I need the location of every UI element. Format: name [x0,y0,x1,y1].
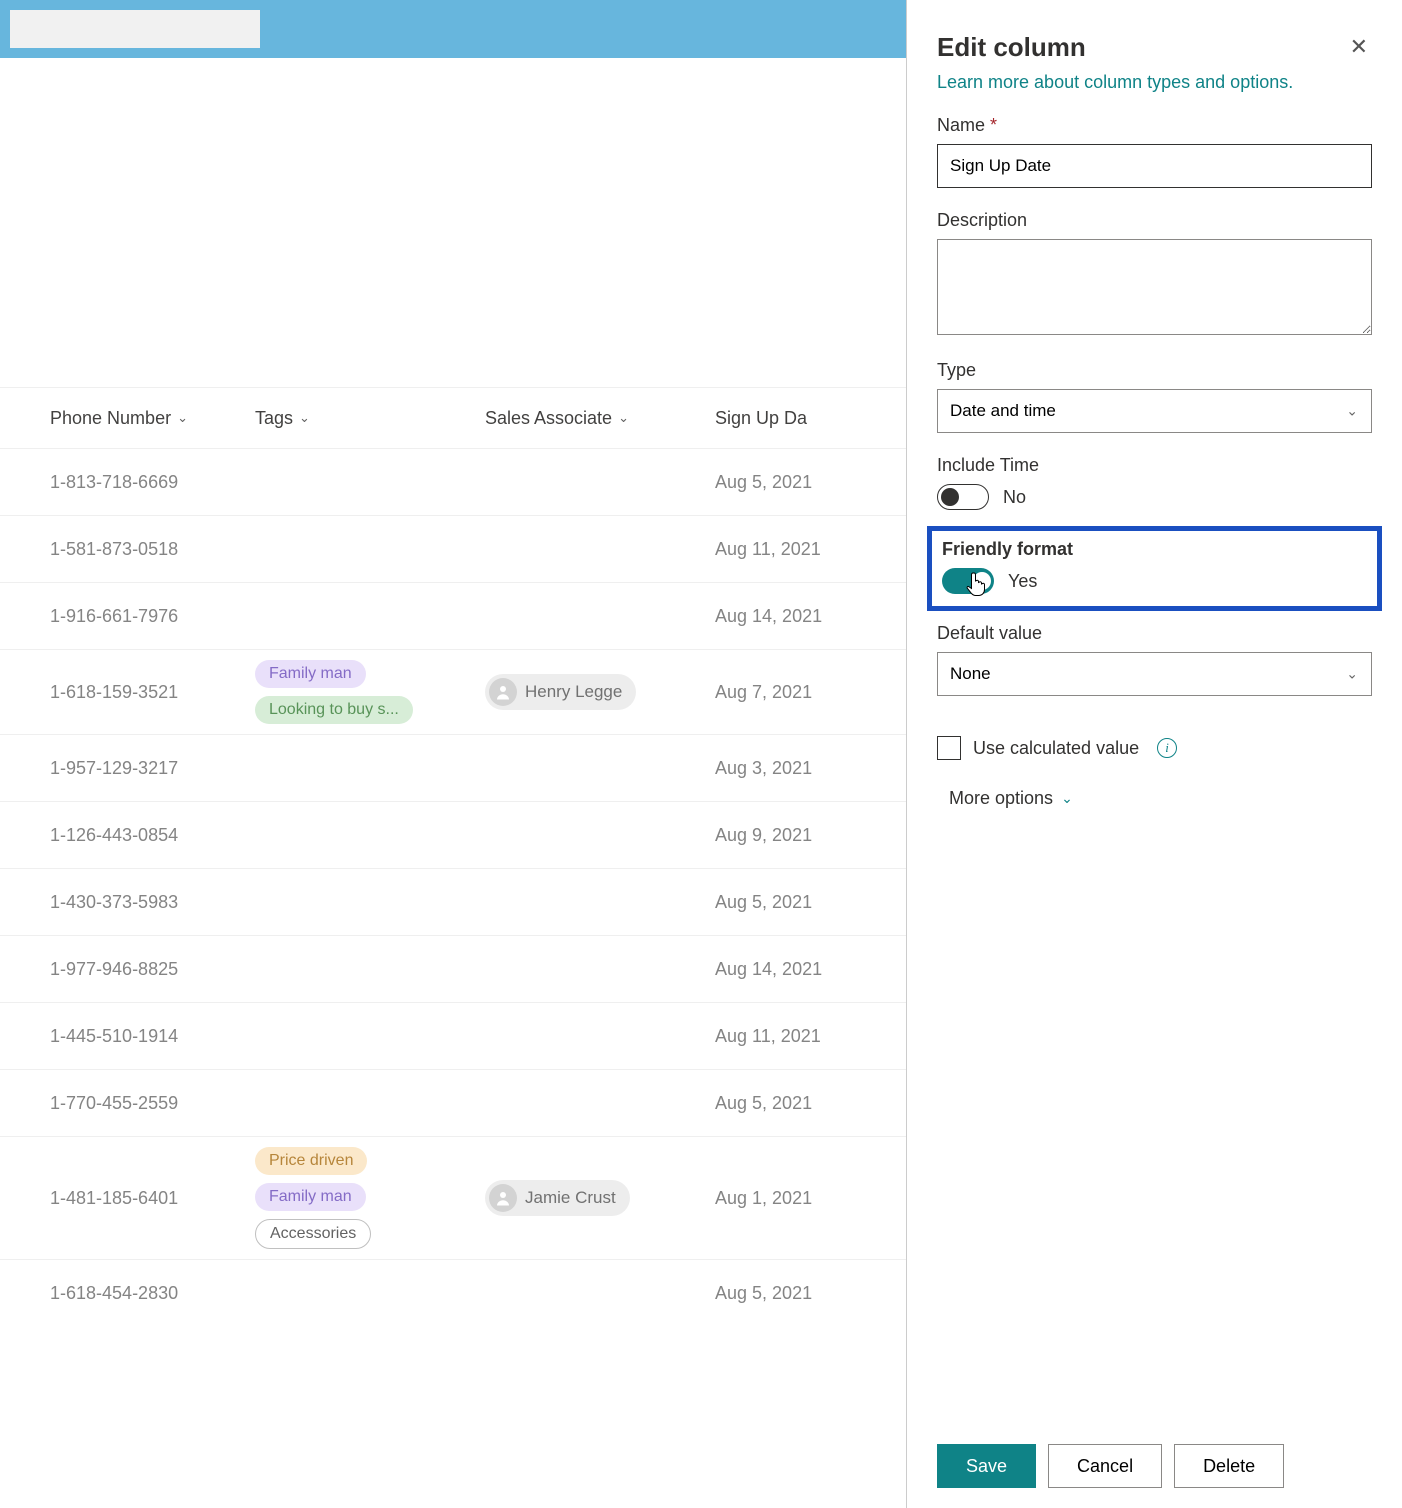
tags-cell [255,758,485,778]
more-options-toggle[interactable]: More options ⌄ [937,788,1372,809]
table-row[interactable]: 1-770-455-2559 Aug 5, 2021 [0,1069,906,1136]
include-time-label: Include Time [937,455,1372,476]
search-input[interactable] [10,10,260,48]
table-row[interactable]: 1-957-129-3217 Aug 3, 2021 [0,734,906,801]
tags-cell [255,1283,485,1303]
friendly-format-label: Friendly format [942,539,1367,560]
date-cell: Aug 14, 2021 [715,606,875,627]
phone-cell: 1-618-454-2830 [20,1283,255,1304]
date-cell: Aug 5, 2021 [715,1283,875,1304]
phone-cell: 1-916-661-7976 [20,606,255,627]
tag-pill[interactable]: Price driven [255,1147,367,1175]
edit-column-panel: Edit column ✕ Learn more about column ty… [906,0,1402,1508]
tag-pill[interactable]: Accessories [255,1219,371,1249]
person-icon [489,1184,517,1212]
type-select[interactable] [937,389,1372,433]
phone-cell: 1-957-129-3217 [20,758,255,779]
description-label: Description [937,210,1372,231]
friendly-format-toggle[interactable] [942,568,994,594]
cancel-button[interactable]: Cancel [1048,1444,1162,1488]
tags-cell [255,959,485,979]
associate-cell: Henry Legge [485,674,715,710]
table-row[interactable]: 1-126-443-0854 Aug 9, 2021 [0,801,906,868]
use-calculated-label: Use calculated value [973,738,1139,759]
date-cell: Aug 5, 2021 [715,472,875,493]
chevron-down-icon: ⌄ [618,410,629,426]
close-icon[interactable]: ✕ [1346,30,1372,64]
default-value-label: Default value [937,623,1372,644]
info-icon[interactable]: i [1157,738,1177,758]
top-bar [0,0,906,58]
phone-cell: 1-481-185-6401 [20,1188,255,1209]
date-cell: Aug 11, 2021 [715,539,875,560]
table-row[interactable]: 1-977-946-8825 Aug 14, 2021 [0,935,906,1002]
default-value-select[interactable] [937,652,1372,696]
column-header-date[interactable]: Sign Up Da [715,408,875,429]
chevron-down-icon: ⌄ [177,410,188,426]
date-cell: Aug 14, 2021 [715,959,875,980]
date-cell: Aug 3, 2021 [715,758,875,779]
table-row[interactable]: 1-813-718-6669 Aug 5, 2021 [0,448,906,515]
tags-cell: Price driven Family man Accessories [255,1137,485,1259]
tags-cell [255,472,485,492]
table-row[interactable]: 1-430-373-5983 Aug 5, 2021 [0,868,906,935]
table-row[interactable]: 1-581-873-0518 Aug 11, 2021 [0,515,906,582]
person-icon [489,678,517,706]
table-row[interactable]: 1-916-661-7976 Aug 14, 2021 [0,582,906,649]
associate-pill[interactable]: Henry Legge [485,674,636,710]
phone-cell: 1-618-159-3521 [20,682,255,703]
panel-title: Edit column [937,32,1086,63]
friendly-format-value: Yes [1008,571,1037,592]
name-label: Name * [937,115,1372,136]
tag-pill[interactable]: Looking to buy s... [255,696,413,724]
save-button[interactable]: Save [937,1444,1036,1488]
table-header-row: Phone Number⌄ Tags⌄ Sales Associate⌄ Sig… [0,388,906,448]
tag-pill[interactable]: Family man [255,660,366,688]
phone-cell: 1-581-873-0518 [20,539,255,560]
use-calculated-checkbox[interactable] [937,736,961,760]
include-time-toggle[interactable] [937,484,989,510]
learn-more-link[interactable]: Learn more about column types and option… [937,72,1372,93]
associate-pill[interactable]: Jamie Crust [485,1180,630,1216]
delete-button[interactable]: Delete [1174,1444,1284,1488]
tags-cell [255,1026,485,1046]
tags-cell [255,892,485,912]
phone-cell: 1-770-455-2559 [20,1093,255,1114]
tags-cell: Family man Looking to buy s... [255,650,485,734]
content-spacer [0,58,906,388]
include-time-value: No [1003,487,1026,508]
phone-cell: 1-977-946-8825 [20,959,255,980]
tags-cell [255,539,485,559]
column-header-phone[interactable]: Phone Number⌄ [20,408,255,429]
main-list-area: Phone Number⌄ Tags⌄ Sales Associate⌄ Sig… [0,0,906,1508]
chevron-down-icon: ⌄ [299,410,310,426]
friendly-format-highlight: Friendly format Yes [927,526,1382,611]
tags-cell [255,1093,485,1113]
tags-cell [255,825,485,845]
date-cell: Aug 5, 2021 [715,1093,875,1114]
table-row[interactable]: 1-481-185-6401Price driven Family man Acce… [0,1136,906,1259]
date-cell: Aug 1, 2021 [715,1188,875,1209]
tags-cell [255,606,485,626]
phone-cell: 1-430-373-5983 [20,892,255,913]
description-textarea[interactable] [937,239,1372,335]
date-cell: Aug 9, 2021 [715,825,875,846]
phone-cell: 1-445-510-1914 [20,1026,255,1047]
associate-cell: Jamie Crust [485,1180,715,1216]
phone-cell: 1-126-443-0854 [20,825,255,846]
data-table: Phone Number⌄ Tags⌄ Sales Associate⌄ Sig… [0,388,906,1508]
tag-pill[interactable]: Family man [255,1183,366,1211]
table-row[interactable]: 1-618-159-3521Family man Looking to buy s… [0,649,906,734]
column-header-associate[interactable]: Sales Associate⌄ [485,408,715,429]
chevron-down-icon: ⌄ [1061,790,1073,807]
type-label: Type [937,360,1372,381]
table-row[interactable]: 1-618-454-2830 Aug 5, 2021 [0,1259,906,1326]
table-row[interactable]: 1-445-510-1914 Aug 11, 2021 [0,1002,906,1069]
column-header-tags[interactable]: Tags⌄ [255,408,485,429]
date-cell: Aug 11, 2021 [715,1026,875,1047]
name-input[interactable] [937,144,1372,188]
date-cell: Aug 5, 2021 [715,892,875,913]
date-cell: Aug 7, 2021 [715,682,875,703]
phone-cell: 1-813-718-6669 [20,472,255,493]
